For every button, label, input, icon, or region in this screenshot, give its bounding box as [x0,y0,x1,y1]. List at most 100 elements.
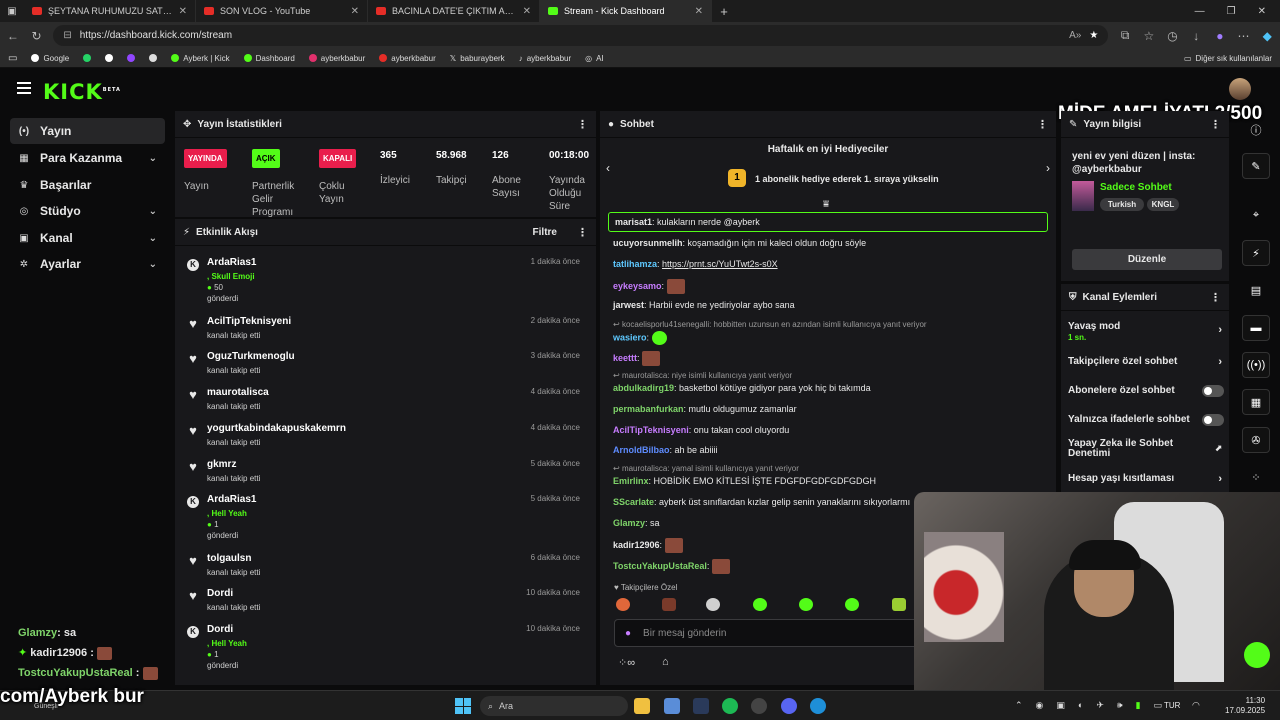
whatsapp-icon[interactable] [83,54,92,62]
lightning-icon[interactable]: ⚡ [1242,240,1270,266]
more-options-icon[interactable]: ⋮ [1037,118,1048,131]
minimize-icon[interactable]: — [1195,6,1205,17]
read-aloud-icon[interactable]: A» [1069,30,1081,41]
bookmark[interactable]: ♪ ayberkbabur [519,54,571,63]
bookmark[interactable]: Google [31,54,69,63]
history-icon[interactable]: ◷ [1166,29,1180,43]
refresh-icon[interactable]: ↻ [30,29,44,43]
activity-username[interactable]: OguzTurkmenoglu [207,351,295,362]
drag-handle-icon[interactable]: ✥ [183,119,191,130]
copilot-icon[interactable]: ◆ [1260,29,1274,43]
chat-username[interactable]: SScarlate [613,497,654,507]
sidebar-item-yayin[interactable]: (•) Yayın [10,118,165,144]
chat-username[interactable]: wasiero [613,332,647,342]
emote-icon[interactable] [845,598,859,611]
browser-tab[interactable]: BACINLA DATE'E ÇIKTIM ALİ BİÇİM ✕ [368,0,540,22]
focus-icon[interactable]: ⌖ [1242,202,1270,228]
close-tab-icon[interactable]: ✕ [695,6,703,17]
chat-username[interactable]: keettt [613,353,637,363]
chat-username[interactable]: tatlihamza [613,259,657,269]
activity-username[interactable]: AcilTipTeknisyeni [207,316,291,327]
chat-username[interactable]: TostcuYakupUstaReal [613,561,707,571]
bookmark[interactable]: ayberkbabur [308,54,365,63]
sidebar-item-studyo[interactable]: ◎ Stüdyo ⌄ [10,198,165,224]
spotify-icon[interactable] [722,698,738,714]
chat-username[interactable]: Glamzy [613,518,645,528]
menu-icon[interactable] [17,82,31,94]
sidebar-item-basarilar[interactable]: ♛ Başarılar [10,172,165,198]
close-tab-icon[interactable]: ✕ [523,6,531,17]
taskbar-search[interactable]: ⌕ Ara [480,696,628,716]
favorite-star-icon[interactable]: ★ [1089,30,1098,41]
document-icon[interactable]: ▤ [1242,277,1270,303]
emotes-only-toggle[interactable] [1202,414,1224,426]
browser-tab[interactable]: SON VLOG - YouTube ✕ [196,0,368,22]
tray-arrow-icon[interactable]: ⌃ [1015,700,1023,711]
twitch-icon[interactable] [127,54,136,62]
kick-logo[interactable]: KICKBETA [43,80,121,104]
ai-moderation-row[interactable]: Yapay Zeka ile Sohbet Denetimi ⬈ [1068,439,1222,459]
github-icon[interactable] [105,54,114,62]
other-bookmarks[interactable]: ▭ Diğer sık kullanılanlar [1184,54,1272,63]
slow-mode-row[interactable]: Yavaş mod 1 sn. › [1068,321,1226,343]
more-menu-icon[interactable]: ⋯ [1237,29,1251,43]
apps-icon[interactable]: ⁘ [1242,464,1270,490]
extensions-icon[interactable]: ⧉ [1118,28,1132,43]
chat-username[interactable]: kadir12906 [613,540,660,550]
chat-username[interactable]: abdulkadirg19 [613,383,674,393]
store-icon[interactable]: ⌂ [662,656,669,668]
chat-username[interactable]: AcilTipTeknisyeni [613,425,689,435]
tag-pill[interactable]: KNGL [1147,198,1179,211]
bookmark[interactable]: 𝕏baburayberk [450,54,505,63]
activity-username[interactable]: maurotalisca [207,387,269,398]
tray-app-icon[interactable]: ◉ [1036,700,1044,711]
more-options-icon[interactable]: ⋮ [577,226,588,239]
bookmark[interactable]: ◎ AI [585,54,604,63]
tab-actions-icon[interactable]: ▣ [0,6,24,17]
chat-username[interactable]: Emirlinx [613,476,649,486]
chat-username[interactable]: ucuyorsunmelih [613,238,683,248]
emote-icon[interactable] [662,598,676,611]
bookmark[interactable]: Ayberk | Kick [171,54,230,63]
downloads-icon[interactable]: ↓ [1189,29,1203,43]
more-options-icon[interactable]: ⋮ [1210,291,1221,304]
wrench-icon[interactable]: ✇ [1242,427,1270,453]
bookmark[interactable]: Dashboard [243,54,295,63]
layout-icon[interactable]: ▦ [1242,389,1270,415]
microphone-icon[interactable]: ● [625,628,631,639]
edit-button[interactable]: Düzenle [1072,249,1222,270]
steam-icon[interactable] [693,698,709,714]
activity-username[interactable]: yogurtkabindakapuskakemrn [207,423,346,434]
browser-tab[interactable]: ŞEYTANA RUHUMUZU SATTIK - Y ✕ [24,0,196,22]
broadcast-icon[interactable]: ((•)) [1242,352,1270,378]
obs-icon[interactable] [751,698,767,714]
discord-icon[interactable] [781,698,797,714]
language-indicator[interactable]: TUR [1164,701,1180,710]
activity-username[interactable]: ArdaRias1 [207,257,256,268]
activity-username[interactable]: gkmrz [207,459,236,470]
collapse-icon[interactable]: ⩸ [823,199,829,210]
activity-username[interactable]: Dordi [207,624,233,635]
edge-icon[interactable] [810,698,826,714]
photos-icon[interactable] [664,698,680,714]
more-options-icon[interactable]: ⋮ [577,118,588,131]
windows-start-icon[interactable] [455,698,471,714]
chat-username[interactable]: eykeysamo [613,281,662,291]
favorites-icon[interactable]: ☆ [1142,29,1156,43]
url-field[interactable]: ⊟ https://dashboard.kick.com/stream A» ★ [53,25,1109,46]
chat-username[interactable]: ArnoldBilbao [613,445,670,455]
chevron-left-icon[interactable]: ‹ [606,161,610,175]
tag-pill[interactable]: Turkish [1100,198,1144,211]
new-tab-icon[interactable]: + [712,4,736,19]
filter-button[interactable]: Filtre [533,227,557,238]
volume-icon[interactable]: 🕪 [1117,700,1123,711]
profile-icon[interactable]: ● [1213,29,1227,43]
diamond-icon[interactable] [149,54,158,62]
sidebar-item-kanal[interactable]: ▣ Kanal ⌄ [10,225,165,251]
emote-icon[interactable] [892,598,906,611]
subscribers-only-toggle[interactable] [1202,385,1224,397]
info-icon[interactable]: ⓘ [1242,117,1270,143]
network-icon[interactable]: ▭ [1154,700,1163,711]
chevron-right-icon[interactable]: › [1046,161,1050,175]
emote-icon[interactable] [616,598,630,611]
